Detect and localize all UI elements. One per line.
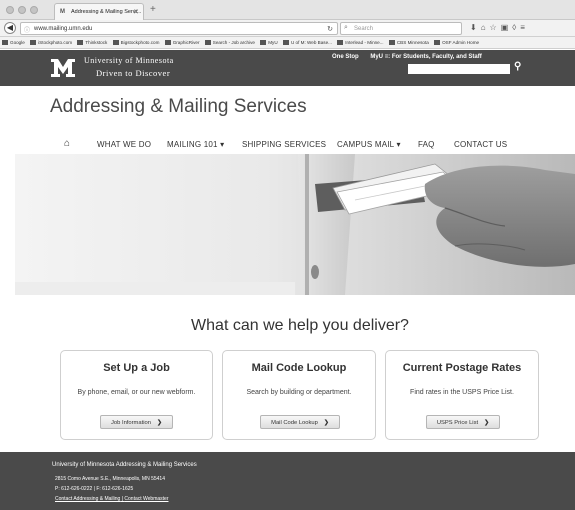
mailbox-hand-image (15, 154, 575, 295)
browser-titlebar: M Addressing & Mailing Servi... ✕ + (0, 0, 575, 20)
bookmark-item[interactable]: Bigstockphoto.com (112, 40, 159, 45)
footer-phone: P: 612-626-0222 | F: 612-626-1625 (55, 486, 134, 492)
footer-org-name: University of Minnesota Addressing & Mai… (52, 462, 197, 468)
page-footer: University of Minnesota Addressing & Mai… (0, 452, 575, 510)
site-info-icon[interactable]: ⓘ (24, 25, 30, 34)
nav-shipping-services[interactable]: SHIPPING SERVICES (242, 140, 326, 149)
bookmark-icon (388, 40, 395, 45)
home-icon[interactable]: ⌂ (64, 138, 70, 149)
tab-close-icon[interactable]: ✕ (133, 8, 139, 16)
contact-webmaster-link[interactable]: Contact Webmaster (124, 496, 168, 502)
site-title[interactable]: Addressing & Mailing Services (50, 96, 307, 118)
umn-favicon-icon: M (60, 9, 65, 15)
card-set-up-job: Set Up a Job By phone, email, or our new… (60, 350, 213, 440)
footer-address: 2815 Como Avenue S.E., Minneapolis, MN 5… (55, 476, 165, 482)
bookmark-item[interactable]: iStockphoto.com (30, 40, 72, 45)
bookmark-icon (112, 40, 119, 45)
bookmark-icon (204, 40, 211, 45)
myu-link[interactable]: MyU ≡: For Students, Faculty, and Staff (370, 54, 481, 60)
bookmark-icon (164, 40, 171, 45)
menu-icon[interactable]: ≡ (520, 23, 529, 32)
chevron-right-icon: ❯ (156, 420, 162, 426)
back-button[interactable]: ◀ (4, 22, 16, 34)
bookmark-item[interactable]: Search - Job archive (204, 40, 255, 45)
nav-contact-us[interactable]: CONTACT US (454, 140, 507, 149)
download-icon[interactable]: ⬇ (470, 23, 481, 32)
nav-what-we-do[interactable]: WHAT WE DO (97, 140, 151, 149)
bookmark-icon (2, 40, 8, 45)
bookmark-icon (30, 40, 37, 45)
bookmark-icon (282, 40, 289, 45)
bookmark-item[interactable]: GraphicRiver (164, 40, 200, 45)
search-icon[interactable]: ⚲ (514, 61, 521, 72)
search-icon: ⌕ (344, 24, 348, 31)
umn-search-input[interactable] (408, 64, 510, 74)
one-stop-link[interactable]: One Stop (332, 54, 359, 60)
bookmark-item[interactable]: Interlead - Minne... (337, 40, 384, 45)
bookmark-item[interactable]: OSF Admin Home (434, 40, 479, 45)
search-placeholder: Search (354, 26, 374, 32)
umn-quick-links: One Stop MyU ≡: For Students, Faculty, a… (332, 54, 492, 60)
card-mail-code-lookup: Mail Code Lookup Search by building or d… (222, 350, 376, 440)
contact-mailing-link[interactable]: Contact Addressing & Mailing (55, 496, 120, 502)
url-text: www.mailing.umn.edu (34, 26, 93, 32)
nav-campus-mail[interactable]: CAMPUS MAIL ▾ (337, 140, 401, 149)
card-title[interactable]: Set Up a Job (61, 362, 212, 374)
chevron-right-icon: ❯ (323, 420, 329, 426)
bookmark-item[interactable]: U of M: Web Base... (282, 40, 332, 45)
clipboard-icon[interactable]: ▣ (501, 23, 513, 32)
card-description: Find rates in the USPS Price List. (410, 389, 514, 396)
window-minimize-button[interactable] (18, 6, 26, 14)
umn-header-bar: University of Minnesota Driven to Discov… (0, 50, 575, 86)
card-description: Search by building or department. (246, 389, 352, 396)
umn-university-name[interactable]: University of Minnesota (84, 56, 174, 65)
usps-price-list-button[interactable]: USPS Price List ❯ (426, 415, 500, 429)
bookmarks-bar: Google iStockphoto.com Thinkstock Bigsto… (0, 37, 575, 49)
footer-contact-links: Contact Addressing & Mailing | Contact W… (55, 496, 169, 502)
bookmark-item[interactable]: Thinkstock (77, 40, 107, 45)
bookmark-item[interactable]: MyU (260, 40, 278, 45)
bookmark-icon (434, 40, 441, 45)
card-postage-rates: Current Postage Rates Find rates in the … (385, 350, 539, 440)
help-heading: What can we help you deliver? (191, 317, 409, 334)
mail-code-lookup-button[interactable]: Mail Code Lookup ❯ (260, 415, 340, 429)
umn-tagline: Driven to Discover (96, 68, 171, 78)
card-description: By phone, email, or our new webform. (77, 389, 196, 396)
browser-search-input[interactable]: ⌕ Search (340, 22, 462, 35)
window-zoom-button[interactable] (30, 6, 38, 14)
nav-mailing-101[interactable]: MAILING 101 ▾ (167, 140, 224, 149)
address-bar[interactable]: ⓘ www.mailing.umn.edu ↻ (20, 22, 338, 35)
bookmark-star-icon[interactable]: ☆ (490, 23, 501, 32)
window-close-button[interactable] (6, 6, 14, 14)
browser-navbar: ◀ ⓘ www.mailing.umn.edu ↻ ⌕ Search ⬇⌂☆▣◊… (0, 20, 575, 37)
umn-block-m-logo-icon[interactable] (50, 57, 76, 79)
hero-image (15, 154, 575, 295)
home-icon[interactable]: ⌂ (481, 23, 490, 32)
bookmark-icon (77, 40, 84, 45)
toolbar-icons: ⬇⌂☆▣◊≡ (470, 23, 529, 32)
browser-tab[interactable]: M Addressing & Mailing Servi... ✕ (54, 3, 144, 20)
reload-icon[interactable]: ↻ (327, 25, 333, 33)
job-information-button[interactable]: Job Information ❯ (100, 415, 173, 429)
bookmark-icon (260, 40, 267, 45)
nav-faq[interactable]: FAQ (418, 140, 435, 149)
chevron-right-icon: ❯ (484, 420, 490, 426)
new-tab-button[interactable]: + (150, 4, 156, 15)
card-title[interactable]: Mail Code Lookup (223, 362, 375, 374)
bookmark-item[interactable]: Google (2, 40, 25, 45)
bookmark-item[interactable]: CBS Minnesota (388, 40, 429, 45)
bookmark-icon (337, 40, 344, 45)
card-title[interactable]: Current Postage Rates (386, 362, 538, 374)
tab-title: Addressing & Mailing Servi... (71, 9, 142, 15)
